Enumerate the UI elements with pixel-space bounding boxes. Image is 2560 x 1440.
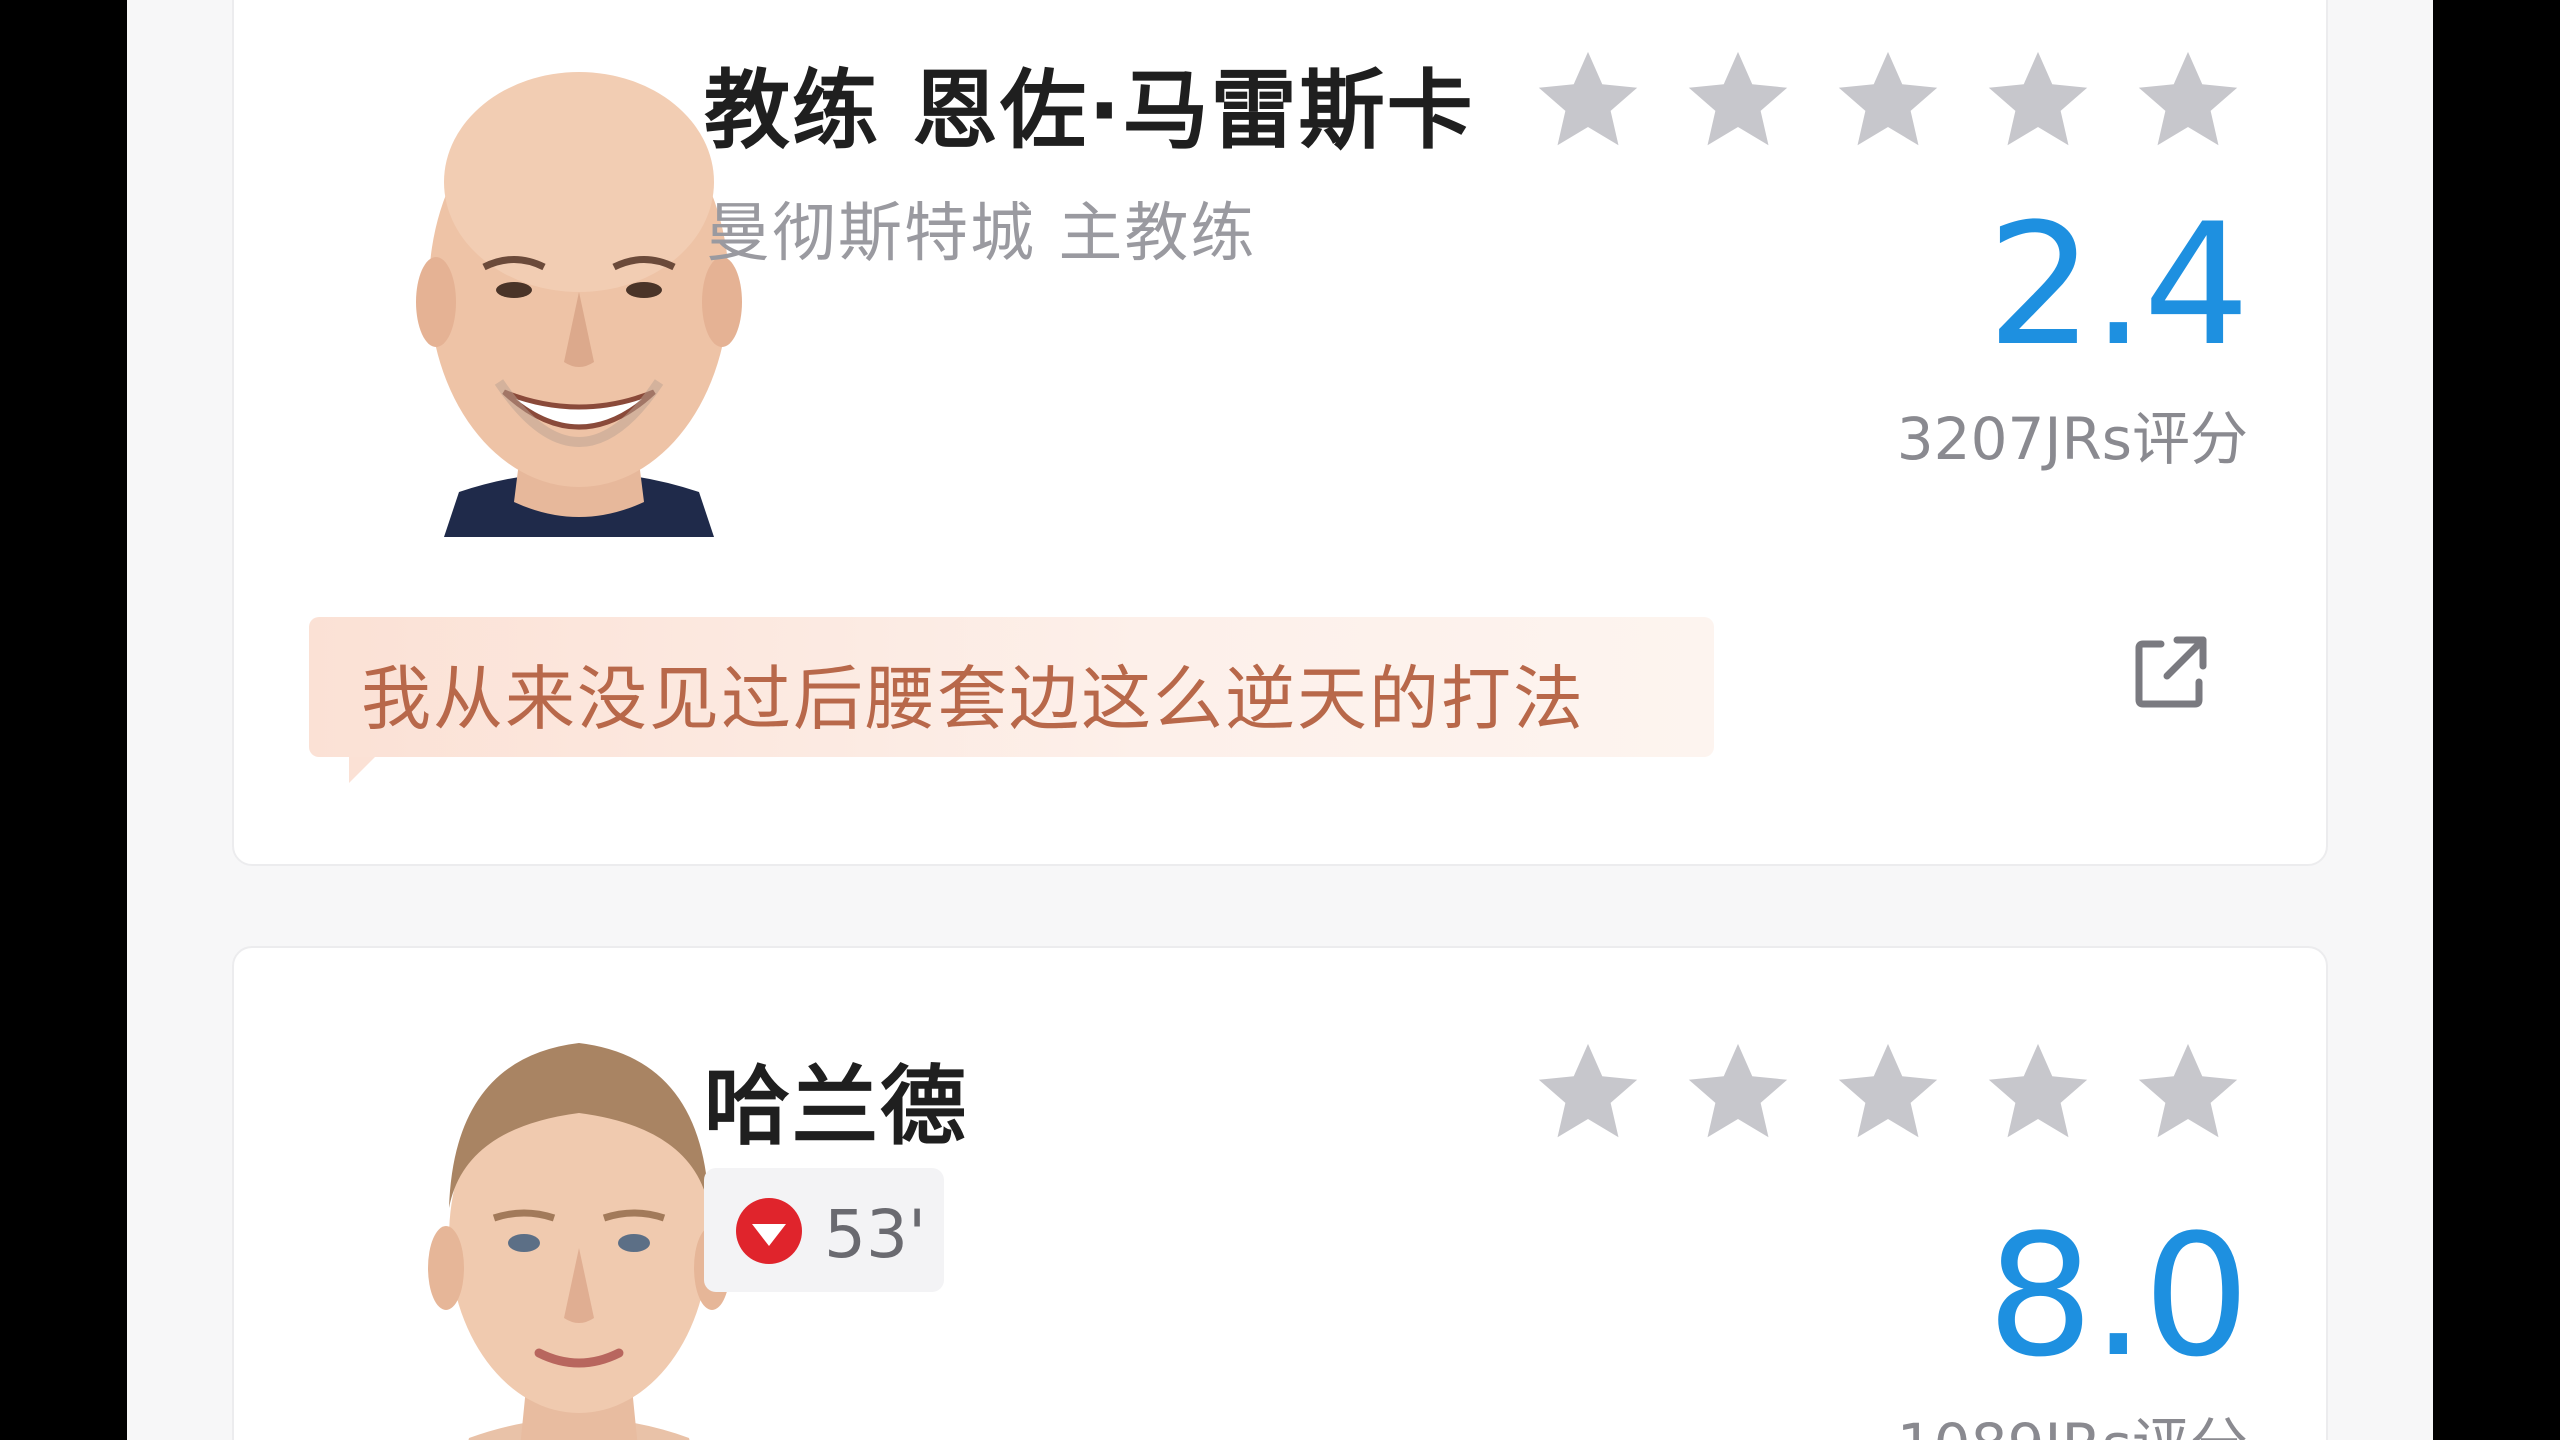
star-icon[interactable] [1829,1034,1947,1152]
coach-role: 曼彻斯特城 主教练 [706,197,1257,271]
player-score: 8.0 [1986,1198,2250,1394]
top-comment-text: 我从来没见过后腰套边这么逆天的打法 [361,658,1585,740]
star-icon[interactable] [1529,1034,1647,1152]
substitution-minute: 53' [824,1196,927,1273]
star-icon[interactable] [1829,42,1947,160]
player-avatar [414,1018,744,1440]
coach-rating-card[interactable]: 教练 恩佐·马雷斯卡 曼彻斯特城 主教练 2.4 3207JRs评分 我从来没见… [232,0,2328,866]
player-star-rating[interactable] [1529,1034,2247,1152]
coach-avatar [414,62,744,537]
top-comment-bubble[interactable]: 我从来没见过后腰套边这么逆天的打法 [309,617,1714,783]
star-icon[interactable] [1979,1034,2097,1152]
star-icon[interactable] [2129,1034,2247,1152]
player-rating-count: 1089JRs评分 [1897,1398,2248,1440]
star-icon[interactable] [2129,42,2247,160]
share-external-icon[interactable] [2121,622,2221,722]
coach-name: 教练 恩佐·马雷斯卡 [704,61,1475,161]
coach-score: 2.4 [1986,187,2250,383]
phone-screen: 教练 恩佐·马雷斯卡 曼彻斯特城 主教练 2.4 3207JRs评分 我从来没见… [127,0,2433,1440]
star-icon[interactable] [1979,42,2097,160]
player-name: 哈兰德 [704,1057,968,1157]
star-icon[interactable] [1679,42,1797,160]
coach-rating-count: 3207JRs评分 [1896,405,2248,473]
substitution-off-icon [736,1198,802,1264]
star-icon[interactable] [1529,42,1647,160]
player-rating-card[interactable]: 哈兰德 53' 8.0 1089JRs评分 [232,946,2328,1440]
substitution-badge: 53' [704,1168,944,1292]
star-icon[interactable] [1679,1034,1797,1152]
comment-bubble-tail [349,757,375,783]
coach-star-rating[interactable] [1529,42,2247,160]
